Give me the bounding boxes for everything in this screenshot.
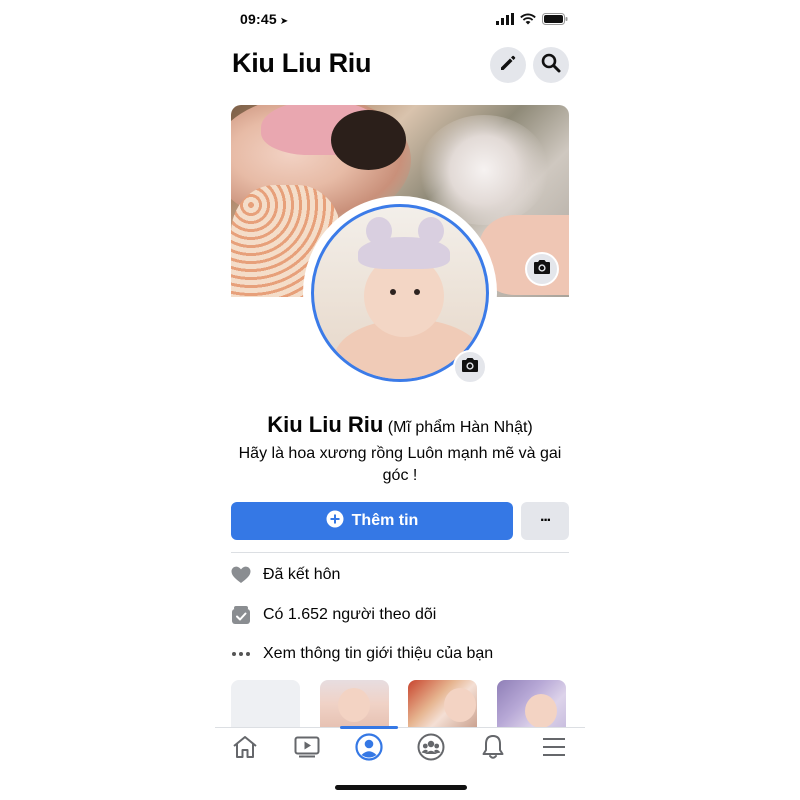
photo-tile[interactable]	[408, 680, 477, 728]
photo-baby	[525, 694, 557, 728]
pencil-icon	[499, 54, 517, 77]
more-options-button[interactable]: ···	[521, 502, 569, 540]
nav-menu[interactable]	[539, 734, 569, 764]
camera-icon	[461, 357, 479, 378]
notifications-icon	[481, 734, 505, 765]
heart-icon	[231, 565, 251, 585]
nav-home[interactable]	[230, 734, 260, 764]
divider	[231, 552, 569, 553]
status-time: 09:45 ➤	[240, 11, 289, 27]
info-text: Xem thông tin giới thiệu của bạn	[263, 645, 494, 662]
photo-baby	[444, 688, 476, 722]
nav-active-indicator	[340, 726, 398, 729]
battery-icon	[542, 12, 568, 30]
info-row-see-about[interactable]: Xem thông tin giới thiệu của bạn	[231, 642, 493, 666]
home-indicator	[335, 785, 467, 790]
nav-notifications[interactable]	[478, 734, 508, 764]
photo-tile[interactable]	[320, 680, 389, 728]
photo-baby	[338, 688, 370, 722]
camera-icon	[533, 259, 551, 280]
avatar-eye	[414, 289, 420, 295]
add-story-button[interactable]: Thêm tin	[231, 502, 513, 540]
add-story-label: Thêm tin	[351, 512, 419, 529]
page-title: Kiu Liu Riu	[232, 48, 372, 78]
edit-button[interactable]	[490, 47, 526, 83]
followers-icon	[231, 605, 251, 625]
status-icons	[496, 12, 568, 30]
photo-tile[interactable]	[497, 680, 566, 728]
profile-name-line: Kiu Liu Riu (Mĩ phẩm Hàn Nhật)	[0, 412, 800, 438]
cover-baby-hair	[331, 110, 406, 170]
location-arrow-icon: ➤	[279, 16, 289, 27]
menu-icon	[542, 737, 566, 762]
edit-profile-picture-button[interactable]	[453, 350, 487, 384]
photo-tile-empty[interactable]	[231, 680, 300, 728]
info-row-followers[interactable]: Có 1.652 người theo dõi	[231, 603, 436, 627]
profile-name: Kiu Liu Riu	[267, 412, 384, 437]
watch-icon	[294, 736, 320, 763]
plus-circle-icon	[326, 510, 344, 533]
profile-alternate-name: (Mĩ phẩm Hàn Nhật)	[387, 419, 533, 436]
nav-watch[interactable]	[292, 734, 322, 764]
avatar-eye	[390, 289, 396, 295]
search-icon	[541, 53, 561, 78]
edit-cover-button[interactable]	[525, 252, 559, 286]
avatar-headband	[358, 237, 450, 269]
signal-icon	[496, 12, 514, 30]
more-dots-icon	[231, 644, 251, 664]
nav-profile[interactable]	[354, 732, 384, 766]
info-text: Có 1.652 người theo dõi	[263, 606, 437, 623]
home-icon	[232, 735, 258, 764]
profile-icon	[355, 732, 383, 766]
wifi-icon	[520, 12, 536, 30]
bottom-navigation	[215, 727, 585, 773]
search-button[interactable]	[533, 47, 569, 83]
profile-bio: Hãy là hoa xương rồng Luôn mạnh mẽ và ga…	[238, 445, 562, 484]
info-text: Đã kết hôn	[263, 566, 341, 583]
info-row-relationship: Đã kết hôn	[231, 563, 340, 587]
nav-groups[interactable]	[416, 733, 446, 766]
groups-icon	[417, 733, 445, 766]
more-options-label: ···	[540, 512, 552, 529]
